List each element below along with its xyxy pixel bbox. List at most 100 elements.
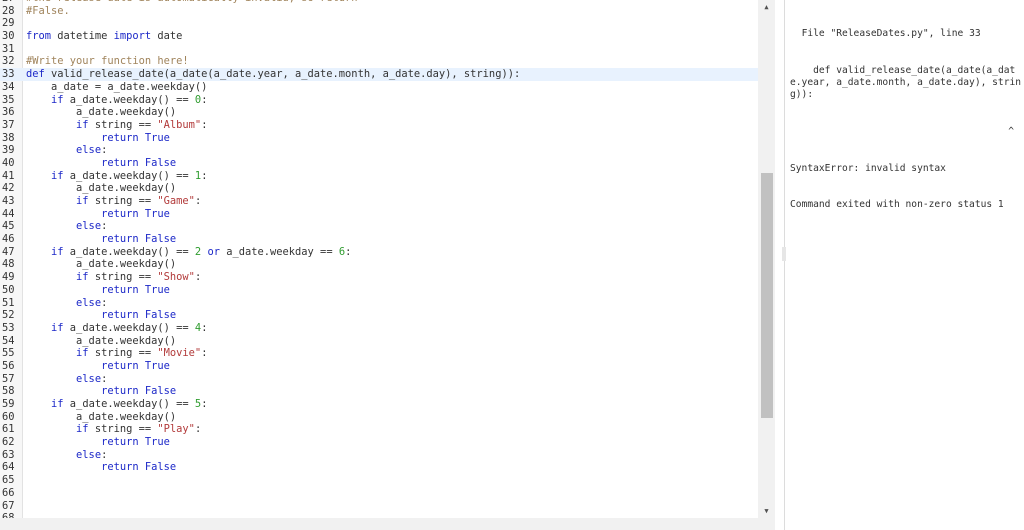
code-line[interactable]: 42 a_date.weekday() [0, 182, 760, 195]
code-token: : [194, 195, 202, 207]
code-line[interactable]: 63 else: [0, 449, 760, 462]
code-line[interactable]: 35 if a_date.weekday() == 0: [0, 94, 760, 107]
code-token: def [26, 68, 45, 81]
code-token: if [76, 271, 89, 284]
code-line[interactable]: 47 if a_date.weekday() == 2 or a_date.we… [0, 246, 760, 259]
code-token: : [101, 448, 108, 461]
code-line[interactable]: 30 from datetime import date [0, 30, 760, 43]
code-line[interactable]: 57 else: [0, 373, 760, 386]
line-text: a_date.weekday() [26, 411, 176, 424]
code-token: if [76, 423, 89, 436]
line-number: 46 [2, 233, 15, 246]
line-number: 52 [2, 309, 15, 322]
code-line[interactable]: 52 return False [0, 309, 760, 322]
code-line[interactable]: 43 if string == "Game": [0, 195, 760, 208]
scroll-down-arrow-icon[interactable]: ▼ [758, 504, 775, 518]
code-line[interactable]: 45 else: [0, 220, 760, 233]
code-line[interactable]: 40 return False [0, 157, 760, 170]
code-token: from [26, 30, 52, 43]
code-line[interactable]: 28 #False. [0, 5, 760, 18]
code-line[interactable]: 64 return False [0, 461, 760, 474]
line-number: 28 [2, 4, 15, 17]
code-token: string == [88, 195, 158, 207]
traceback-code-line: def valid_release_date(a_date(a_date.yea… [790, 65, 1022, 101]
code-token: "Show" [157, 271, 195, 284]
code-line[interactable]: 41 if a_date.weekday() == 1: [0, 170, 760, 183]
line-number: 56 [2, 359, 15, 372]
line-text: return True [26, 208, 170, 221]
code-lines[interactable]: 27#the release date is automatically inv… [0, 0, 760, 525]
code-line[interactable]: 32 #Write your function here! [0, 55, 760, 68]
code-line[interactable]: 46 return False [0, 233, 760, 246]
code-token: return [101, 131, 139, 144]
code-token: True [144, 207, 170, 220]
code-line[interactable]: 34 a_date = a_date.weekday() [0, 81, 760, 94]
vertical-scrollbar[interactable]: ▲ ▼ [758, 0, 775, 518]
line-text: else: [26, 220, 107, 233]
code-line[interactable]: 58 return False [0, 385, 760, 398]
code-line[interactable]: 37 if string == "Album": [0, 119, 760, 132]
code-token: a_date.weekday() [26, 106, 177, 119]
line-number: 36 [2, 106, 15, 119]
code-line[interactable]: 66 [0, 487, 760, 500]
code-editor[interactable]: 27#the release date is automatically inv… [0, 0, 776, 530]
code-token: if [51, 93, 64, 106]
code-line[interactable]: 38 return True [0, 132, 760, 145]
code-line[interactable]: 59 if a_date.weekday() == 5: [0, 398, 760, 411]
code-line[interactable]: 48 a_date.weekday() [0, 258, 760, 271]
scroll-up-arrow-icon[interactable]: ▲ [758, 0, 775, 14]
code-line[interactable]: 36 a_date.weekday() [0, 106, 760, 119]
code-line[interactable]: 56 return True [0, 360, 760, 373]
code-line[interactable]: 55 if string == "Movie": [0, 347, 760, 360]
code-line[interactable]: 67 [0, 500, 760, 513]
code-token: if [51, 321, 64, 334]
scrollbar-thumb[interactable] [761, 173, 773, 418]
code-token: : [201, 347, 208, 360]
pane-splitter[interactable] [782, 0, 786, 530]
code-line[interactable]: 33 def valid_release_date(a_date(a_date.y… [0, 68, 760, 81]
code-token: return [101, 207, 139, 220]
line-number: 59 [2, 398, 15, 410]
code-token: : [201, 118, 208, 131]
code-line[interactable]: 44 return True [0, 208, 760, 221]
line-number: 64 [2, 461, 15, 474]
horizontal-scrollbar[interactable] [0, 518, 775, 530]
code-line[interactable]: 51 else: [0, 297, 760, 310]
splitter-grip-handle[interactable] [782, 247, 786, 261]
line-number: 42 [2, 182, 15, 195]
code-line[interactable]: 49 if string == "Show": [0, 271, 760, 284]
code-token: return [101, 359, 139, 372]
code-line[interactable]: 65 [0, 474, 760, 487]
line-number: 54 [2, 334, 15, 347]
line-text: if a_date.weekday() == 4: [26, 322, 207, 335]
code-line[interactable]: 53 if a_date.weekday() == 4: [0, 322, 760, 335]
code-token: False [144, 309, 177, 322]
line-text: return False [26, 157, 176, 170]
code-token: or [207, 245, 220, 258]
code-line[interactable]: 54 a_date.weekday() [0, 335, 760, 348]
code-line[interactable]: 60 a_date.weekday() [0, 411, 760, 424]
code-line[interactable]: 61 if string == "Play": [0, 423, 760, 436]
code-line[interactable]: 62 return True [0, 436, 760, 449]
line-number: 48 [2, 258, 15, 271]
line-text: if string == "Game": [26, 195, 201, 208]
code-line[interactable]: 29 [0, 17, 760, 30]
code-token: False [144, 233, 177, 246]
code-line[interactable]: 31 [0, 43, 760, 56]
code-token: if [76, 195, 89, 207]
code-line[interactable]: 50 return True [0, 284, 760, 297]
line-number: 60 [2, 410, 15, 423]
code-line[interactable]: 39 else: [0, 144, 760, 157]
line-number: 66 [2, 486, 15, 499]
error-caret: ^ [1008, 126, 1014, 138]
code-token: a_date.weekday() [26, 410, 177, 423]
